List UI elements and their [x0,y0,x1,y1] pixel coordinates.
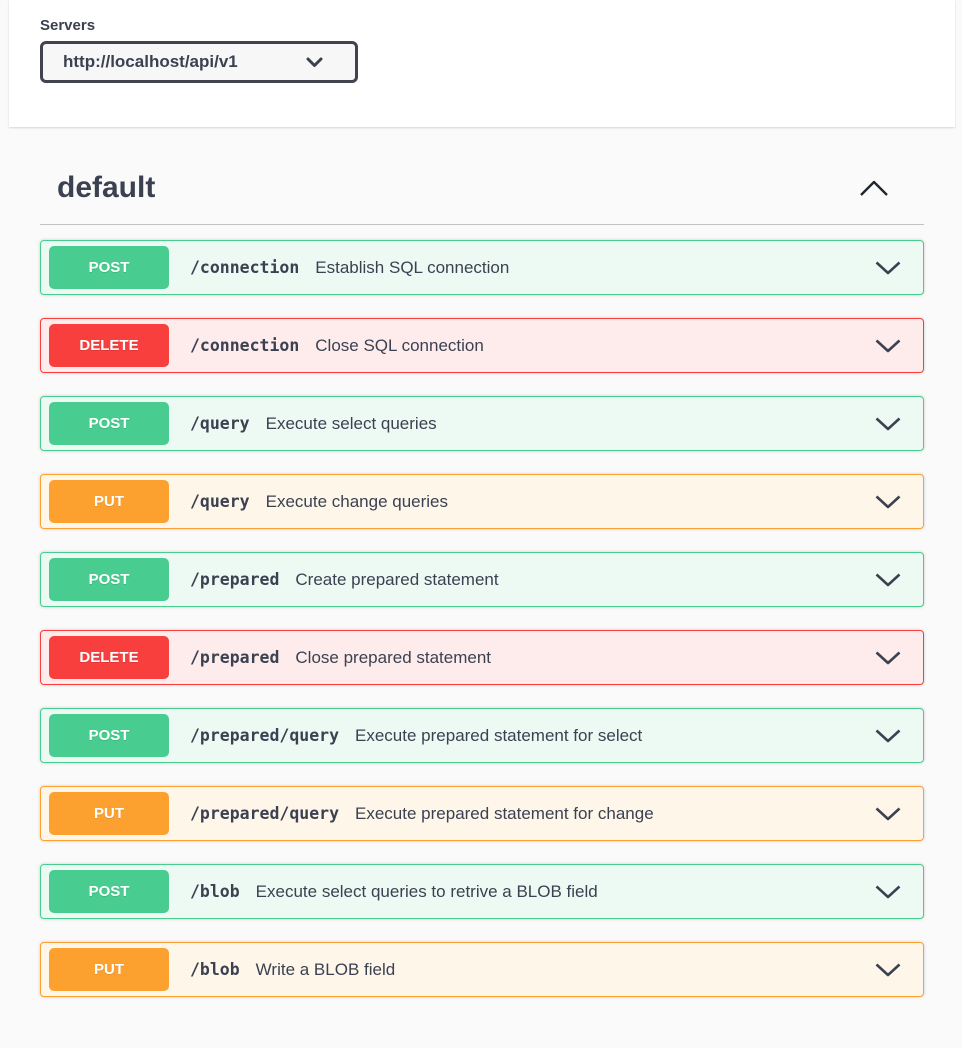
method-badge[interactable]: PUT [49,948,169,991]
endpoint-summary: Create prepared statement [295,570,498,590]
servers-select[interactable]: http://localhost/api/v1 [40,41,358,83]
section-header-default[interactable]: default [40,151,924,225]
opblock-summary-put-blob[interactable]: PUT /blob Write a BLOB field [40,942,924,997]
endpoint-path: /query [190,492,250,511]
endpoint-summary: Close prepared statement [295,648,491,668]
endpoint-path: /prepared [190,648,279,667]
method-badge[interactable]: DELETE [49,636,169,679]
endpoint-summary: Execute change queries [266,492,448,512]
endpoint-summary: Execute select queries [266,414,437,434]
opblock-summary-post-connection[interactable]: POST /connection Establish SQL connectio… [40,240,924,295]
endpoint-summary: Execute prepared statement for change [355,804,654,824]
opblock-summary-delete-connection[interactable]: DELETE /connection Close SQL connection [40,318,924,373]
method-badge[interactable]: PUT [49,792,169,835]
servers-selected-value: http://localhost/api/v1 [63,52,238,72]
operations-list: POST /connection Establish SQL connectio… [40,240,924,997]
opblock-summary-put-query[interactable]: PUT /query Execute change queries [40,474,924,529]
opblock-summary-post-blob[interactable]: POST /blob Execute select queries to ret… [40,864,924,919]
method-badge[interactable]: POST [49,870,169,913]
chevron-down-icon[interactable] [874,806,902,822]
method-badge[interactable]: POST [49,402,169,445]
endpoint-path: /connection [190,336,299,355]
opblock-summary-post-prepared-query[interactable]: POST /prepared/query Execute prepared st… [40,708,924,763]
endpoint-path: /blob [190,882,240,901]
endpoint-path: /query [190,414,250,433]
method-badge[interactable]: POST [49,558,169,601]
chevron-down-icon[interactable] [874,260,902,276]
servers-label: Servers [40,17,955,34]
method-badge[interactable]: POST [49,246,169,289]
endpoint-path: /connection [190,258,299,277]
method-badge[interactable]: PUT [49,480,169,523]
opblock-summary-post-query[interactable]: POST /query Execute select queries [40,396,924,451]
chevron-down-icon[interactable] [874,884,902,900]
chevron-down-icon[interactable] [874,572,902,588]
opblock-summary-put-prepared-query[interactable]: PUT /prepared/query Execute prepared sta… [40,786,924,841]
section-title: default [57,173,155,203]
endpoint-path: /prepared/query [190,804,339,823]
endpoint-path: /prepared/query [190,726,339,745]
endpoint-summary: Close SQL connection [315,336,484,356]
chevron-down-icon[interactable] [874,416,902,432]
endpoint-path: /prepared [190,570,279,589]
endpoint-summary: Establish SQL connection [315,258,509,278]
endpoint-summary: Execute select queries to retrive a BLOB… [256,882,598,902]
endpoint-summary: Write a BLOB field [256,960,396,980]
chevron-down-icon [306,57,323,68]
chevron-up-icon [858,186,890,201]
method-badge[interactable]: DELETE [49,324,169,367]
chevron-down-icon[interactable] [874,728,902,744]
chevron-down-icon[interactable] [874,650,902,666]
endpoint-path: /blob [190,960,240,979]
chevron-down-icon[interactable] [874,962,902,978]
chevron-down-icon[interactable] [874,338,902,354]
endpoint-summary: Execute prepared statement for select [355,726,642,746]
section-collapse-button[interactable] [858,179,890,198]
method-badge[interactable]: POST [49,714,169,757]
chevron-down-icon[interactable] [874,494,902,510]
api-section-default: default POST /connection Establish SQL c… [0,151,962,997]
servers-panel: Servers http://localhost/api/v1 [9,0,955,127]
opblock-summary-post-prepared[interactable]: POST /prepared Create prepared statement [40,552,924,607]
opblock-summary-delete-prepared[interactable]: DELETE /prepared Close prepared statemen… [40,630,924,685]
